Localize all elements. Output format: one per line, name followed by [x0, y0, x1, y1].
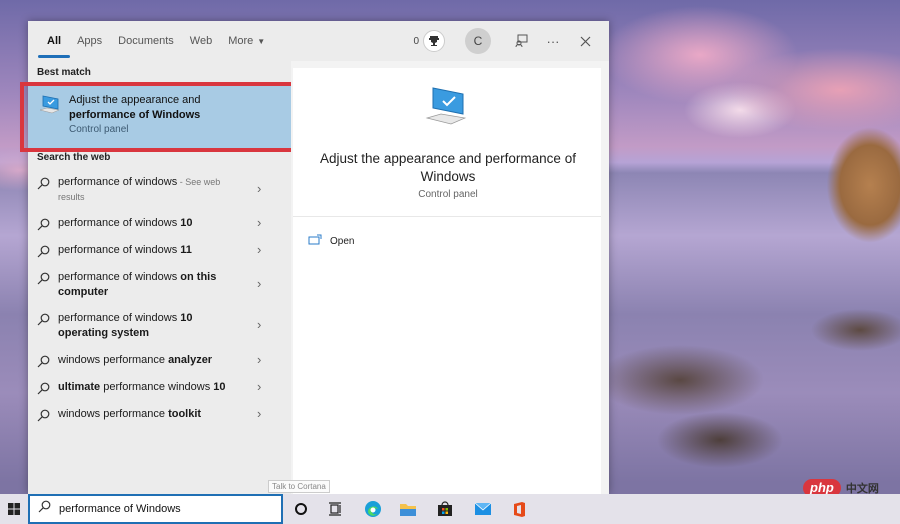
preview-pane: Adjust the appearance and performance of… — [291, 61, 609, 494]
list-item[interactable]: windows performance analyzer › — [28, 352, 291, 377]
chevron-right-icon: › — [257, 215, 262, 230]
chevron-right-icon: › — [257, 242, 262, 257]
chevron-right-icon: › — [257, 276, 262, 291]
suggestion-query: windows performance — [58, 408, 169, 420]
search-icon — [37, 218, 50, 236]
list-item[interactable]: performance of windows 10 operating syst… — [28, 311, 291, 347]
microsoft-store-icon[interactable] — [428, 494, 462, 524]
suggestion-completion: 10 — [180, 217, 193, 229]
detail-title: Adjust the appearance and performance of… — [320, 151, 576, 184]
caret-down-icon: ▼ — [257, 36, 266, 46]
tab-all-label: All — [47, 35, 62, 47]
tab-apps-label: Apps — [77, 35, 103, 47]
avatar[interactable]: C — [465, 28, 491, 54]
talk-to-cortana-tooltip: Talk to Cortana — [268, 480, 330, 493]
windows-logo-icon — [8, 503, 20, 515]
chevron-right-icon: › — [257, 181, 262, 196]
search-tabs: All Apps Documents Web More ▼ 0 C ··· — [28, 21, 609, 61]
suggestion-text: ultimate performance windows 10 — [58, 380, 248, 395]
detail-card: Adjust the appearance and performance of… — [293, 68, 601, 494]
tab-more-label: More — [228, 35, 254, 47]
reward-points: 0 — [413, 35, 419, 47]
tab-web[interactable]: Web — [190, 21, 212, 61]
suggestion-query: performance of windows — [58, 244, 181, 256]
close-icon[interactable] — [573, 29, 597, 53]
tab-apps[interactable]: Apps — [77, 21, 102, 61]
rewards-trophy-icon[interactable] — [423, 30, 445, 52]
mail-icon[interactable] — [466, 494, 500, 524]
tab-more[interactable]: More ▼ — [228, 21, 265, 61]
suggestion-text: windows performance analyzer — [58, 353, 248, 368]
feedback-icon[interactable] — [509, 29, 533, 53]
tab-documents-label: Documents — [118, 35, 174, 47]
list-item[interactable]: performance of windows on this computer … — [28, 270, 291, 306]
open-window-icon — [308, 232, 322, 250]
suggestion-query: performance of windows — [58, 271, 181, 283]
search-icon — [38, 500, 51, 518]
best-match-title: Adjust the appearance and performance of… — [69, 93, 279, 123]
best-match-result[interactable]: Adjust the appearance and performance of… — [28, 86, 291, 148]
start-button[interactable] — [0, 494, 28, 524]
cortana-icon[interactable] — [284, 494, 318, 524]
divider — [293, 216, 601, 217]
suggestion-completion: analyzer — [168, 354, 213, 366]
tab-documents[interactable]: Documents — [118, 21, 174, 61]
best-match-heading: Best match — [37, 67, 91, 78]
suggestion-query: performance of windows — [58, 312, 181, 324]
tab-web-label: Web — [189, 35, 213, 47]
search-icon — [37, 409, 50, 427]
search-icon — [37, 355, 50, 373]
best-match-subtitle: Control panel — [69, 124, 129, 135]
results-pane: Best match Adjust the appearance and per… — [20, 61, 299, 494]
header-actions: 0 C ··· — [413, 21, 609, 61]
suggestion-prefix: ultimate — [58, 381, 101, 393]
search-input[interactable] — [59, 503, 259, 515]
search-web-heading: Search the web — [37, 152, 111, 163]
suggestion-text: performance of windows 10 operating syst… — [58, 311, 208, 341]
list-item[interactable]: performance of windows 11 › — [28, 242, 291, 267]
more-options-button[interactable]: ··· — [541, 29, 565, 53]
search-icon — [37, 272, 50, 290]
suggestion-text: windows performance toolkit — [58, 407, 248, 422]
taskbar-search-box[interactable] — [28, 494, 283, 524]
suggestion-query: windows performance — [58, 354, 169, 366]
search-flyout: All Apps Documents Web More ▼ 0 C ··· Bes… — [20, 21, 609, 494]
open-label: Open — [330, 235, 355, 247]
suggestion-query: performance windows — [100, 381, 214, 393]
chevron-right-icon: › — [257, 406, 262, 421]
open-button[interactable]: Open — [308, 232, 354, 250]
search-icon — [37, 382, 50, 400]
office-icon[interactable] — [502, 494, 536, 524]
search-icon — [37, 177, 50, 195]
search-icon — [37, 245, 50, 263]
suggestion-text: performance of windows - See web results — [58, 175, 248, 205]
computer-check-icon — [38, 94, 62, 121]
chevron-right-icon: › — [257, 317, 262, 332]
tab-all[interactable]: All — [37, 21, 71, 61]
list-item[interactable]: ultimate performance windows 10 › — [28, 379, 291, 404]
chevron-right-icon: › — [257, 352, 262, 367]
edge-browser-icon[interactable] — [356, 494, 390, 524]
suggestion-completion: 10 — [213, 381, 226, 393]
list-item[interactable]: performance of windows - See web results… — [28, 175, 291, 211]
suggestion-completion: toolkit — [168, 408, 202, 420]
chevron-right-icon: › — [257, 379, 262, 394]
list-item[interactable]: windows performance toolkit › — [28, 406, 291, 431]
detail-subtitle: Control panel — [418, 189, 478, 200]
suggestion-text: performance of windows 10 — [58, 216, 248, 231]
search-icon — [37, 313, 50, 331]
suggestion-text: performance of windows 11 — [58, 243, 248, 258]
best-match-title-line2: performance of Windows — [69, 109, 201, 121]
best-match-title-line1: Adjust the appearance and — [69, 94, 201, 106]
suggestion-text: performance of windows on this computer — [58, 270, 248, 300]
task-view-icon[interactable] — [318, 494, 352, 524]
suggestion-query: performance of windows — [58, 176, 178, 188]
list-item[interactable]: performance of windows 10 › — [28, 215, 291, 240]
computer-check-icon — [423, 86, 471, 135]
taskbar — [0, 494, 900, 524]
file-explorer-icon[interactable] — [391, 494, 425, 524]
suggestion-query: performance of windows — [58, 217, 181, 229]
suggestion-completion: 11 — [180, 244, 192, 256]
